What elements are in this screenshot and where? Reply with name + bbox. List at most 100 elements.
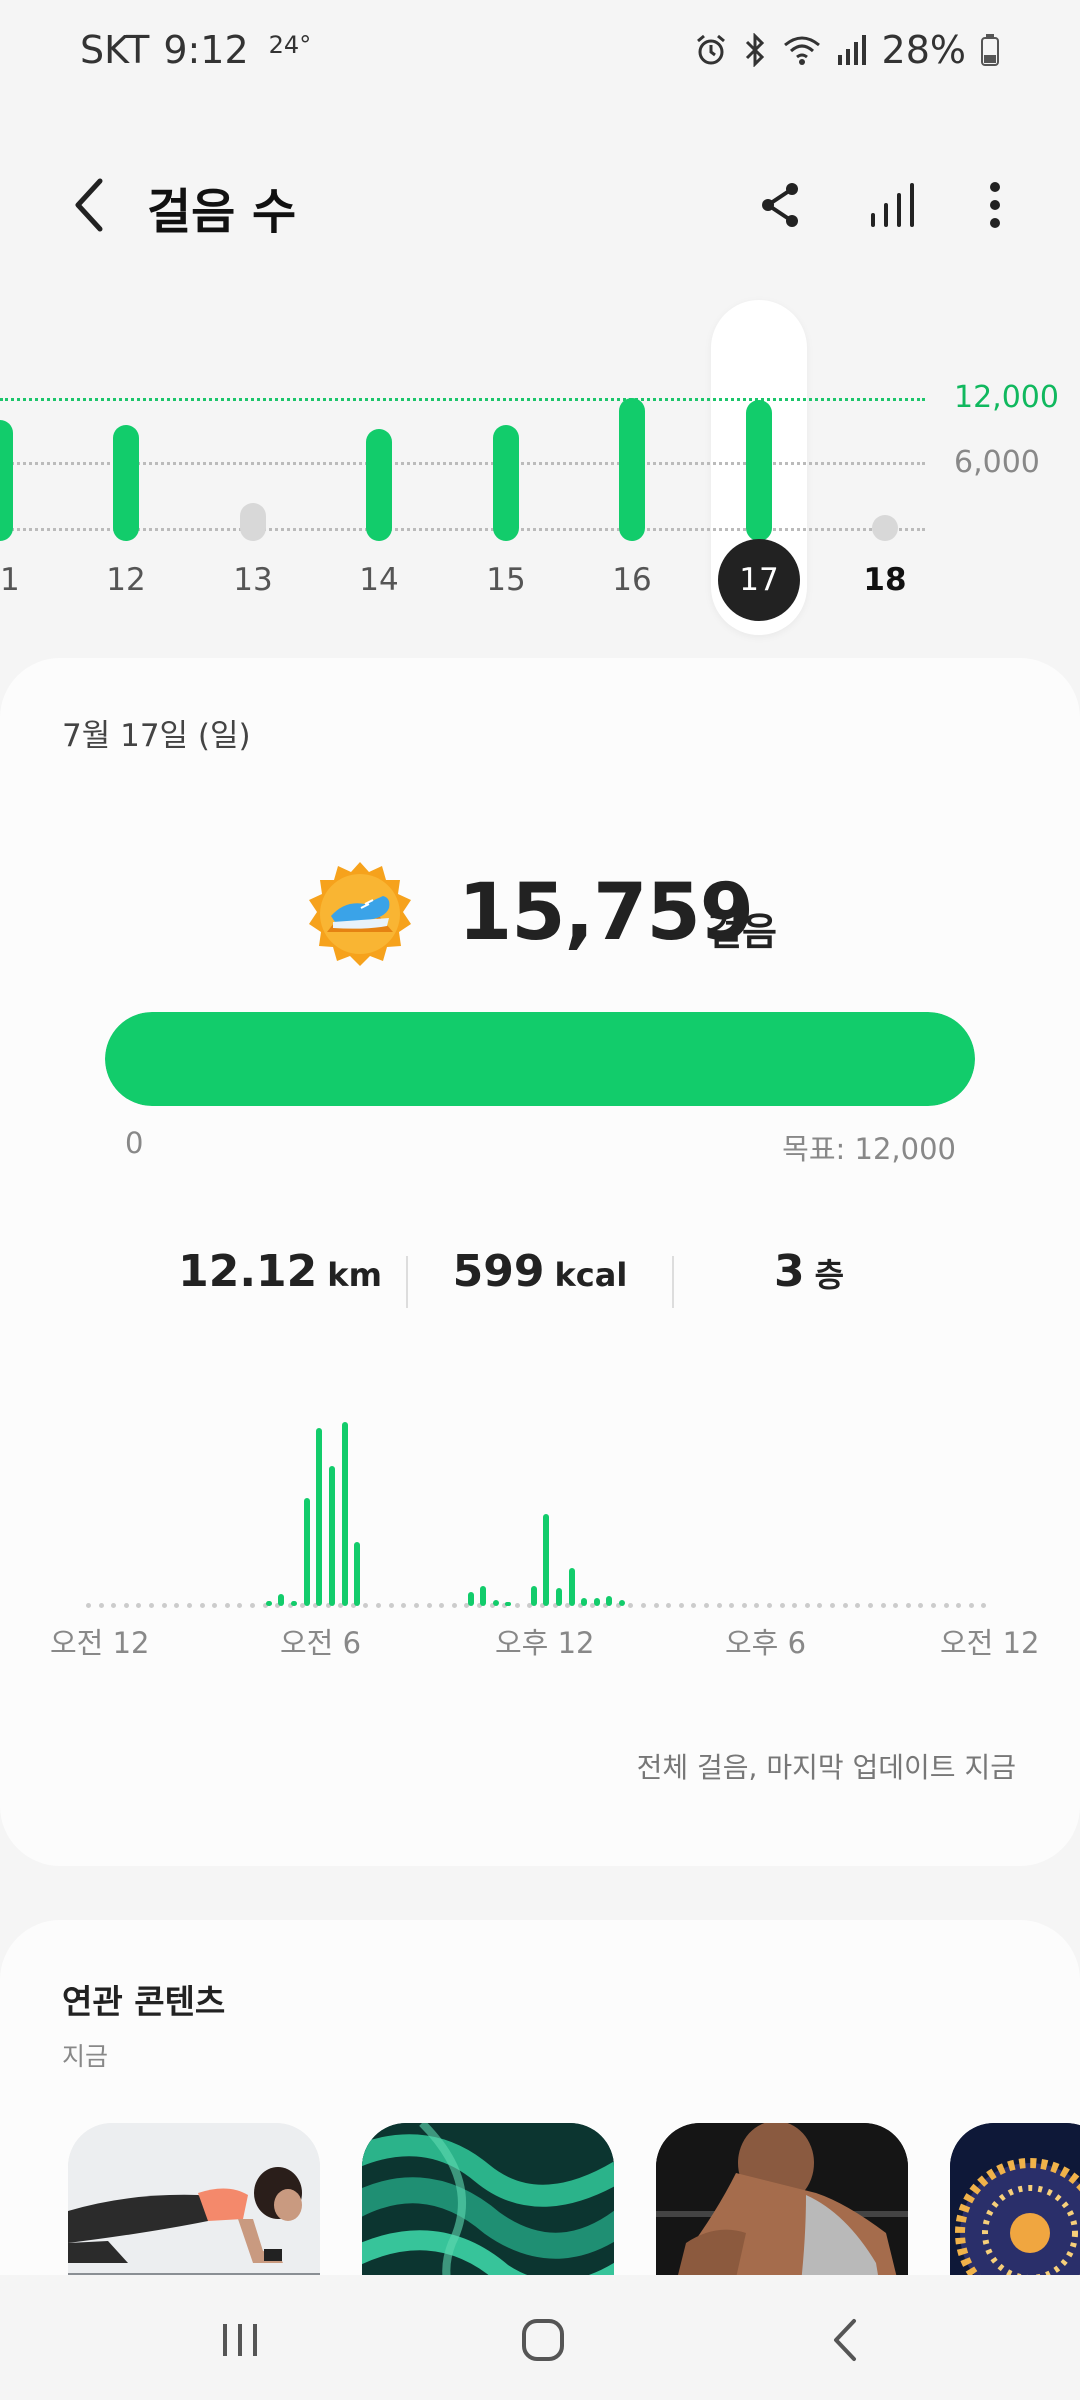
day-label-17[interactable]: 17 <box>718 539 800 621</box>
day-bar-16[interactable] <box>619 398 645 541</box>
recents-icon <box>223 2324 257 2356</box>
day-label-12[interactable]: 12 <box>86 562 166 598</box>
hour-label: 오후 12 <box>495 1626 595 1660</box>
day-bar-17[interactable] <box>746 400 772 541</box>
hour-bar <box>555 1588 562 1606</box>
hour-dot <box>666 1603 672 1608</box>
distance-stat: 12.12 km <box>140 1246 420 1316</box>
activity-stats: 12.12 km 599 kcal 3 층 <box>0 1246 1080 1316</box>
day-bar-18[interactable] <box>872 515 898 541</box>
hour-dot <box>968 1603 974 1608</box>
hour-dot <box>905 1603 911 1608</box>
day-bar-11[interactable] <box>0 420 13 541</box>
hour-dot <box>388 1603 394 1608</box>
mid-axis-label: 6,000 <box>954 445 1040 480</box>
hour-dot <box>981 1603 987 1608</box>
hour-bar <box>568 1568 575 1606</box>
distance-unit: km <box>327 1256 382 1294</box>
hour-dot <box>754 1603 760 1608</box>
floors-unit: 층 <box>814 1256 845 1294</box>
hour-dot <box>249 1603 255 1608</box>
hour-bar <box>328 1466 335 1606</box>
day-label-15[interactable]: 15 <box>466 562 546 598</box>
goal-gridline <box>0 398 925 401</box>
home-button[interactable] <box>508 2305 578 2375</box>
day-bar-13[interactable] <box>240 503 266 541</box>
day-bar-12[interactable] <box>113 424 139 541</box>
calories-unit: kcal <box>554 1256 628 1294</box>
home-icon <box>522 2319 564 2361</box>
hourly-steps-chart: 오전 12 오전 6 오후 12 오후 6 오전 12 <box>0 1418 1080 1668</box>
hour-dot <box>804 1603 810 1608</box>
hour-dot <box>224 1603 230 1608</box>
more-options-button[interactable] <box>965 175 1025 235</box>
system-nav-bar <box>0 2275 1080 2400</box>
hour-dot <box>451 1603 457 1608</box>
floors-value: 3 <box>773 1246 805 1297</box>
day-label-14[interactable]: 14 <box>339 562 419 598</box>
hour-dot <box>830 1603 836 1608</box>
hour-dot <box>741 1603 747 1608</box>
hour-dot <box>628 1603 634 1608</box>
hour-dot <box>792 1603 798 1608</box>
hour-dot <box>123 1603 129 1608</box>
day-bar-14[interactable] <box>366 429 392 541</box>
hour-dot <box>363 1603 369 1608</box>
nav-back-button[interactable] <box>810 2305 880 2375</box>
hour-dot <box>86 1603 91 1608</box>
alarm-icon <box>694 33 728 67</box>
hour-bar <box>303 1498 310 1606</box>
recent-apps-button[interactable] <box>205 2305 275 2375</box>
hour-dot <box>867 1603 873 1608</box>
day-label-13[interactable]: 13 <box>213 562 293 598</box>
hour-bar <box>278 1594 285 1606</box>
hour-bar <box>354 1542 361 1606</box>
hour-label: 오전 12 <box>940 1626 1040 1660</box>
hour-bar <box>492 1600 499 1606</box>
back-button[interactable] <box>60 175 120 235</box>
daily-summary-card: 7월 17일 (일) 15,759 걸음 0 목표: 12,000 12.12 … <box>0 658 1080 1866</box>
chevron-left-icon <box>75 178 103 232</box>
goal-medal-icon <box>305 860 415 970</box>
hour-dot <box>729 1603 735 1608</box>
battery-label: 28% <box>881 28 966 72</box>
hour-dot <box>136 1603 142 1608</box>
day-label-16[interactable]: 16 <box>592 562 672 598</box>
hour-dot <box>426 1603 432 1608</box>
hour-dot <box>779 1603 785 1608</box>
day-label-18[interactable]: 18 <box>845 562 925 598</box>
hour-bar <box>341 1422 348 1606</box>
hour-dot <box>111 1603 117 1608</box>
hour-dot <box>956 1603 962 1608</box>
weekly-steps-chart: 12,000 6,000 11 12 13 14 15 16 17 18 <box>0 290 1080 650</box>
carrier-label: SKT <box>80 28 150 72</box>
hour-label: 오전 6 <box>280 1626 362 1660</box>
hour-label: 오전 12 <box>50 1626 150 1660</box>
day-bar-15[interactable] <box>493 424 519 541</box>
hour-bar <box>467 1592 474 1606</box>
steps-unit: 걸음 <box>707 910 777 954</box>
distance-value: 12.12 <box>178 1246 318 1297</box>
trends-button[interactable] <box>863 175 923 235</box>
related-content-card: 연관 콘텐츠 지금 <box>0 1920 1080 2320</box>
hour-bar <box>593 1598 600 1606</box>
hour-dot <box>98 1603 104 1608</box>
page-title: 걸음 수 <box>147 184 297 240</box>
hour-dot <box>514 1603 520 1608</box>
hour-dot <box>413 1603 419 1608</box>
day-label-11[interactable]: 11 <box>0 562 40 598</box>
hour-dot <box>691 1603 697 1608</box>
hour-bar <box>316 1428 323 1606</box>
progress-goal-label[interactable]: 목표: 12,000 <box>782 1126 956 1168</box>
calories-stat: 599 kcal <box>408 1246 672 1316</box>
last-update-text: 전체 걸음, 마지막 업데이트 지금 <box>636 1751 1016 1784</box>
selected-date[interactable]: 7월 17일 (일) <box>62 710 251 755</box>
hour-dot <box>678 1603 684 1608</box>
steps-progress-bar <box>105 1012 975 1106</box>
hour-dot <box>930 1603 936 1608</box>
wifi-icon <box>782 33 822 67</box>
share-button[interactable] <box>750 175 810 235</box>
nav-back-icon <box>834 2319 856 2361</box>
hour-dot <box>767 1603 772 1608</box>
status-bar: SKT 9:12 24° 28% <box>0 0 1080 100</box>
